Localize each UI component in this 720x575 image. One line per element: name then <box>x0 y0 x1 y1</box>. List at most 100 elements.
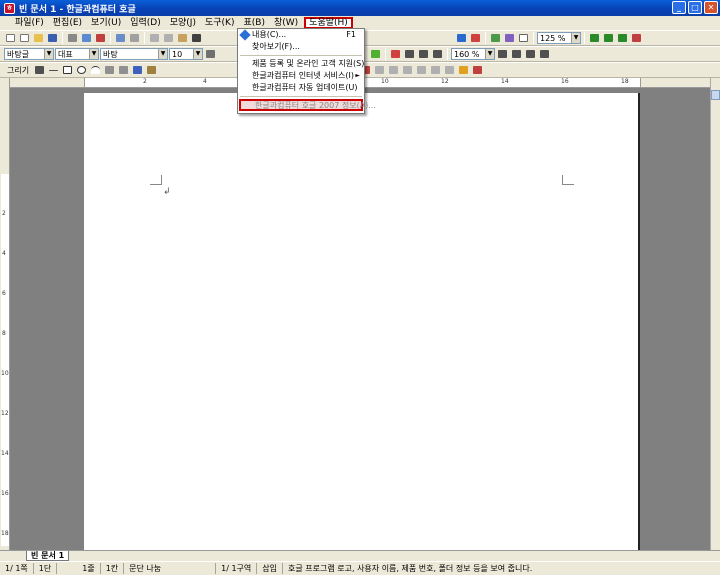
ruler-number: 8 <box>2 330 6 337</box>
ungroup-icon[interactable] <box>387 64 400 76</box>
status-bar: 1/ 1쪽 1단 1줄 1칸 문단 나눔 1/ 1구역 삽입 호글 프로그램 로… <box>0 561 720 575</box>
align-left-icon[interactable] <box>403 48 416 60</box>
chart-icon[interactable] <box>469 32 482 44</box>
arc-icon[interactable] <box>89 64 102 76</box>
internet-service-item[interactable]: 한글과컴퓨터 인터넷 서비스(I) ► <box>238 70 364 82</box>
indent-icon[interactable] <box>496 48 509 60</box>
outdent-icon[interactable] <box>510 48 523 60</box>
menu-file[interactable]: 파일(F) <box>12 17 47 29</box>
numbering-icon[interactable] <box>538 48 551 60</box>
font-size-combo[interactable]: 10 ▼ <box>169 48 203 60</box>
font-lang-combo[interactable]: 대표 ▼ <box>55 48 99 60</box>
highlight-pen-icon[interactable] <box>369 48 382 60</box>
chevron-down-icon[interactable]: ▼ <box>485 49 494 59</box>
separator <box>62 32 63 44</box>
app-icon[interactable]: ㅎ <box>4 2 15 14</box>
help-menu-dropdown: 내용(C)... F1 찾아보기(F)... 제품 등록 및 온라인 고객 지원… <box>237 28 376 114</box>
ruler-number: 4 <box>2 250 6 257</box>
align-justify-icon[interactable] <box>389 48 402 60</box>
increase-size-icon[interactable] <box>204 48 217 60</box>
menu-tools[interactable]: 도구(K) <box>202 17 238 29</box>
status-line: 1줄 <box>77 563 101 574</box>
scroll-thumb[interactable] <box>711 90 720 100</box>
new-document-icon[interactable] <box>4 32 17 44</box>
picture-icon[interactable] <box>145 64 158 76</box>
settings-icon[interactable] <box>630 32 643 44</box>
status-mode[interactable]: 삽입 <box>257 563 284 574</box>
auto-update-item[interactable]: 한글과컴퓨터 자동 업데이트(U) <box>238 82 364 94</box>
product-register-label: 제품 등록 및 온라인 고객 지원(S) <box>252 59 365 68</box>
flip-icon[interactable] <box>443 64 456 76</box>
curve-icon[interactable] <box>117 64 130 76</box>
paste-icon[interactable] <box>176 32 189 44</box>
chevron-down-icon[interactable]: ▼ <box>89 49 98 59</box>
align-right-icon[interactable] <box>431 48 444 60</box>
font-combo[interactable]: 바탕 ▼ <box>100 48 168 60</box>
chevron-down-icon[interactable]: ▼ <box>158 49 167 59</box>
product-register-item[interactable]: 제품 등록 및 온라인 고객 지원(S) <box>238 58 364 70</box>
zoom-out-icon[interactable] <box>602 32 615 44</box>
redo-icon[interactable] <box>128 32 141 44</box>
rotate-icon[interactable] <box>429 64 442 76</box>
pointer-icon[interactable] <box>33 64 46 76</box>
copy-icon[interactable] <box>162 32 175 44</box>
ellipse-icon[interactable] <box>75 64 88 76</box>
close-button[interactable]: ✕ <box>704 1 718 14</box>
full-page-icon[interactable] <box>616 32 629 44</box>
maximize-button[interactable]: □ <box>688 1 702 14</box>
menu-format[interactable]: 모양(J) <box>167 17 199 29</box>
separator <box>144 32 145 44</box>
ruler-number: 16 <box>561 78 569 85</box>
line-color-icon[interactable] <box>471 64 484 76</box>
chevron-down-icon[interactable]: ▼ <box>44 49 53 59</box>
separator <box>584 32 585 44</box>
send-back-icon[interactable] <box>415 64 428 76</box>
page-setup-icon[interactable] <box>517 32 530 44</box>
document-tab-bar: 빈 문서 1 <box>0 550 720 561</box>
spellcheck-icon[interactable] <box>94 32 107 44</box>
zoom-combo[interactable]: 125 % ▼ <box>537 32 581 44</box>
zoom-value: 125 % <box>540 33 566 43</box>
bullet-icon[interactable] <box>524 48 537 60</box>
style-value: 바탕글 <box>7 49 30 59</box>
insert-object-icon[interactable] <box>503 32 516 44</box>
color-fill-icon[interactable] <box>457 64 470 76</box>
menu-view[interactable]: 보기(U) <box>88 17 124 29</box>
insert-image-icon[interactable] <box>489 32 502 44</box>
save-icon[interactable] <box>46 32 59 44</box>
zoom-in-icon[interactable] <box>588 32 601 44</box>
new-tab-icon[interactable] <box>18 32 31 44</box>
textbox-icon[interactable] <box>131 64 144 76</box>
print-icon[interactable] <box>66 32 79 44</box>
preview-icon[interactable] <box>80 32 93 44</box>
style-combo[interactable]: 바탕글 ▼ <box>4 48 54 60</box>
draw-label[interactable]: 그리기 <box>4 65 32 76</box>
document-tab[interactable]: 빈 문서 1 <box>26 551 70 561</box>
about-item[interactable]: 한글과컴퓨터 호글 2007 정보(A)... <box>239 99 376 111</box>
table-icon[interactable] <box>455 32 468 44</box>
ruler-number: 10 <box>1 370 9 377</box>
chevron-down-icon[interactable]: ▼ <box>193 49 202 59</box>
chevron-down-icon[interactable]: ▼ <box>571 33 580 43</box>
help-contents-item[interactable]: 내용(C)... F1 <box>238 29 364 41</box>
open-folder-icon[interactable] <box>32 32 45 44</box>
rectangle-icon[interactable] <box>61 64 74 76</box>
group-icon[interactable] <box>373 64 386 76</box>
line-icon[interactable] <box>47 64 60 76</box>
line-spacing-combo[interactable]: 160 % ▼ <box>451 48 495 60</box>
minimize-button[interactable]: _ <box>672 1 686 14</box>
polygon-icon[interactable] <box>103 64 116 76</box>
menu-edit[interactable]: 편집(E) <box>50 17 85 29</box>
status-column: 1단 <box>34 563 58 574</box>
undo-icon[interactable] <box>114 32 127 44</box>
format-paint-icon[interactable] <box>190 32 203 44</box>
cut-icon[interactable] <box>148 32 161 44</box>
help-search-item[interactable]: 찾아보기(F)... <box>238 41 364 53</box>
document-page[interactable]: ↲ <box>84 93 640 550</box>
title-bar: ㅎ 빈 문서 1 - 한글과컴퓨터 호글 _ □ ✕ <box>0 0 720 16</box>
align-center-icon[interactable] <box>417 48 430 60</box>
menu-insert[interactable]: 입력(D) <box>127 17 164 29</box>
vertical-scrollbar[interactable] <box>710 78 720 560</box>
vertical-ruler[interactable]: 2 4 6 8 10 12 14 16 18 <box>0 78 10 550</box>
bring-front-icon[interactable] <box>401 64 414 76</box>
